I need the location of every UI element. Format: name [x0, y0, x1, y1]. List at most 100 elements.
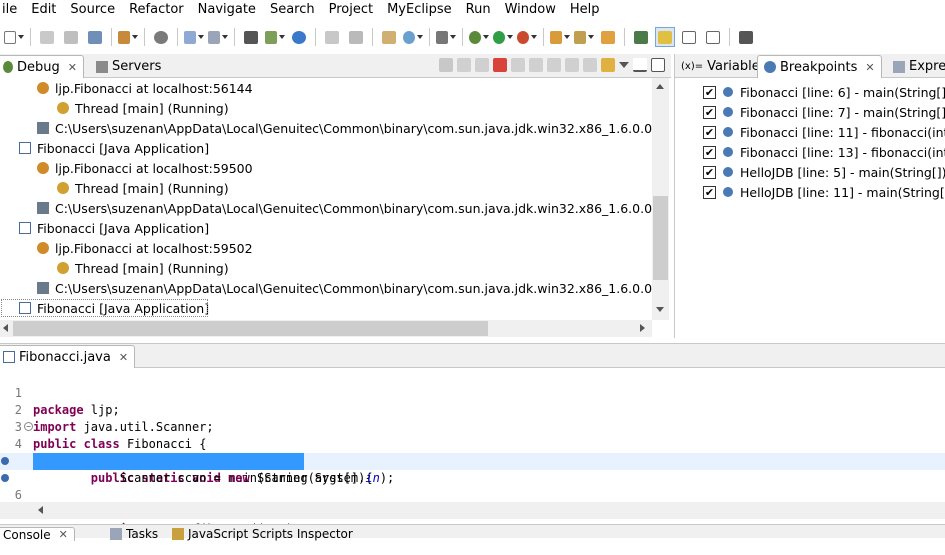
breakpoint-item[interactable]: ✔ Fibonacci [line: 6] - main(String[]): [675, 82, 945, 102]
deploy-icon[interactable]: [241, 27, 261, 47]
open-file-icon[interactable]: [322, 27, 342, 47]
debug-tree-item[interactable]: ljp.Fibonacci at localhost:59500: [0, 158, 253, 178]
suspend-icon[interactable]: [475, 58, 489, 72]
breakpoint-checkbox[interactable]: ✔: [703, 145, 716, 159]
maximize-icon[interactable]: [651, 58, 665, 72]
step-return-icon[interactable]: [565, 58, 579, 72]
new-wizard-icon[interactable]: [118, 27, 138, 47]
breakpoint-checkbox[interactable]: ✔: [703, 165, 716, 179]
close-icon[interactable]: ✕: [68, 61, 77, 74]
refresh-icon[interactable]: [346, 27, 366, 47]
menu-help[interactable]: Help: [563, 1, 607, 19]
disconnect-icon[interactable]: [511, 58, 525, 72]
minimize-icon[interactable]: [633, 58, 647, 72]
debug-tree-item[interactable]: Fibonacci [Java Application]: [0, 138, 209, 158]
debug-horizontal-scrollbar[interactable]: [0, 320, 652, 337]
open-type-icon[interactable]: [151, 27, 171, 47]
close-icon[interactable]: ✕: [59, 528, 68, 541]
debug-tree-item[interactable]: Fibonacci [Java Application]: [0, 298, 209, 318]
folder-icon[interactable]: [598, 27, 618, 47]
tab-tasks[interactable]: Tasks: [104, 527, 164, 541]
tab-breakpoints[interactable]: Breakpoints ✕: [757, 55, 882, 78]
debug-tree-item[interactable]: Thread [main] (Running): [0, 98, 229, 118]
show-whitespace-icon[interactable]: [703, 27, 723, 47]
terminate-icon[interactable]: [493, 58, 507, 72]
run-icon[interactable]: [493, 27, 513, 47]
server-icon[interactable]: [265, 27, 285, 47]
next-annotation-icon[interactable]: [736, 27, 756, 47]
breakpoint-item[interactable]: ✔ Fibonacci [line: 11] - fibonacci(int): [675, 122, 945, 142]
new-icon[interactable]: [4, 27, 24, 47]
breakpoint-item[interactable]: ✔ Fibonacci [line: 13] - fibonacci(int): [675, 142, 945, 162]
scroll-thumb[interactable]: [13, 321, 488, 336]
step-into-icon[interactable]: [529, 58, 543, 72]
menu-edit[interactable]: Edit: [24, 1, 63, 19]
breakpoint-checkbox[interactable]: ✔: [703, 185, 716, 199]
new-package-icon[interactable]: [184, 27, 204, 47]
breakpoint-checkbox[interactable]: ✔: [703, 85, 716, 99]
menu-refactor[interactable]: Refactor: [122, 1, 191, 19]
breakpoint-marker-icon[interactable]: [1, 457, 9, 465]
breakpoint-marker-icon[interactable]: [1, 474, 9, 482]
debug-tree-item[interactable]: C:\Users\suzenan\AppData\Local\Genuitec\…: [0, 118, 652, 138]
mark-occurrences-icon[interactable]: [655, 27, 675, 47]
scroll-left-arrow[interactable]: [3, 324, 8, 332]
web-icon[interactable]: [403, 27, 423, 47]
toggle-breakpoint-icon[interactable]: [631, 27, 651, 47]
debug-tree-item[interactable]: ljp.Fibonacci at localhost:56144: [0, 78, 253, 98]
menu-file[interactable]: ile: [0, 1, 24, 19]
scroll-down-arrow[interactable]: [656, 307, 664, 312]
menu-search[interactable]: Search: [263, 1, 322, 19]
use-step-filters-icon[interactable]: [601, 58, 615, 72]
breakpoint-item[interactable]: ✔ HelloJDB [line: 5] - main(String[]): [675, 162, 945, 182]
image-icon[interactable]: [436, 27, 456, 47]
close-icon[interactable]: ✕: [865, 61, 874, 74]
browser-icon[interactable]: [289, 27, 309, 47]
tab-debug[interactable]: Debug ✕: [0, 55, 84, 78]
debug-tree-item[interactable]: C:\Users\suzenan\AppData\Local\Genuitec\…: [0, 198, 652, 218]
tab-servers[interactable]: Servers: [90, 55, 167, 78]
debug-tree-item[interactable]: Thread [main] (Running): [0, 178, 229, 198]
debug-tree-item[interactable]: Thread [main] (Running): [0, 258, 229, 278]
save-icon[interactable]: [37, 27, 57, 47]
debug-vertical-scrollbar[interactable]: [652, 78, 669, 320]
scroll-right-arrow[interactable]: [640, 324, 645, 332]
save-all-icon[interactable]: [61, 27, 81, 47]
resume-icon[interactable]: [457, 58, 471, 72]
breakpoint-checkbox[interactable]: ✔: [703, 125, 716, 139]
menu-myeclipse[interactable]: MyEclipse: [380, 1, 459, 19]
external-tools-icon[interactable]: [517, 27, 537, 47]
fold-icon[interactable]: −: [24, 422, 33, 431]
debug-tree-item[interactable]: C:\Users\suzenan\AppData\Local\Genuitec\…: [0, 278, 652, 298]
new-class-icon[interactable]: [208, 27, 228, 47]
report-icon[interactable]: [379, 27, 399, 47]
open-project-icon[interactable]: [550, 27, 570, 47]
debug-tree-item[interactable]: ljp.Fibonacci at localhost:59502: [0, 238, 253, 258]
tab-expressions[interactable]: Expre: [887, 55, 945, 78]
editor-horizontal-scrollbar[interactable]: [0, 502, 945, 519]
remove-terminated-icon[interactable]: [439, 58, 453, 72]
scroll-up-arrow[interactable]: [656, 84, 664, 89]
print-icon[interactable]: [85, 27, 105, 47]
tab-fibonacci-java[interactable]: Fibonacci.java ✕: [0, 345, 136, 368]
view-menu-icon[interactable]: [619, 62, 629, 68]
edit-icon[interactable]: [574, 27, 594, 47]
debug-tree-item[interactable]: Fibonacci [Java Application]: [0, 218, 209, 238]
step-over-icon[interactable]: [547, 58, 561, 72]
tab-js-inspector[interactable]: JavaScript Scripts Inspector: [166, 527, 359, 541]
menu-window[interactable]: Window: [498, 1, 563, 19]
close-icon[interactable]: ✕: [119, 351, 128, 364]
scroll-left-arrow[interactable]: [38, 506, 43, 514]
scroll-thumb[interactable]: [653, 196, 668, 280]
menu-navigate[interactable]: Navigate: [191, 1, 263, 19]
tab-console[interactable]: Console ✕: [0, 527, 75, 542]
block-selection-icon[interactable]: [679, 27, 699, 47]
breakpoint-item[interactable]: ✔ Fibonacci [line: 7] - main(String[]): [675, 102, 945, 122]
menu-project[interactable]: Project: [322, 1, 380, 19]
menu-run[interactable]: Run: [459, 1, 498, 19]
drop-to-frame-icon[interactable]: [583, 58, 597, 72]
debug-icon[interactable]: [469, 27, 489, 47]
breakpoint-checkbox[interactable]: ✔: [703, 105, 716, 119]
menu-source[interactable]: Source: [63, 1, 122, 19]
breakpoint-item[interactable]: ✔ HelloJDB [line: 11] - main(String[]): [675, 182, 945, 202]
